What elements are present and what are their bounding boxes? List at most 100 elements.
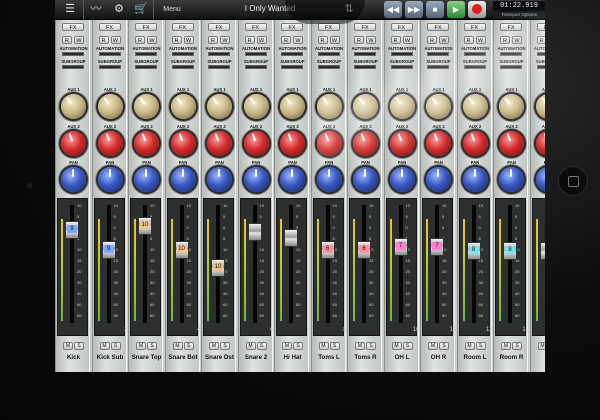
- automation-mode-display[interactable]: [427, 52, 449, 56]
- mixer-icon[interactable]: ☰: [61, 2, 79, 17]
- fader-cap[interactable]: 10: [174, 241, 189, 259]
- fader-cap[interactable]: 10: [138, 217, 152, 235]
- subgroup-display[interactable]: [171, 65, 194, 69]
- automation-mode-display[interactable]: [354, 52, 376, 56]
- write-automation-button[interactable]: W: [366, 36, 376, 44]
- write-automation-button[interactable]: W: [402, 36, 413, 44]
- channel-name[interactable]: OH R: [421, 353, 456, 363]
- aux2-knob[interactable]: [353, 131, 378, 156]
- mute-button[interactable]: M: [537, 342, 545, 350]
- mute-button[interactable]: M: [464, 342, 475, 350]
- stop-button[interactable]: ■: [426, 1, 444, 18]
- channel-name[interactable]: Snare Bot: [166, 353, 201, 363]
- menu-button[interactable]: Menu: [157, 3, 187, 16]
- read-automation-button[interactable]: R: [135, 36, 145, 44]
- solo-button[interactable]: S: [439, 342, 449, 350]
- fader-cap[interactable]: 9: [101, 241, 116, 259]
- mute-button[interactable]: M: [136, 342, 146, 350]
- channel-name[interactable]: OH L: [385, 353, 420, 363]
- pan-knob[interactable]: [280, 167, 305, 192]
- automation-mode-display[interactable]: [463, 52, 486, 56]
- aux2-knob[interactable]: [499, 131, 524, 156]
- aux2-knob[interactable]: [207, 131, 232, 156]
- channel-name[interactable]: Toms R: [348, 353, 383, 363]
- aux2-knob[interactable]: [389, 131, 415, 156]
- read-automation-button[interactable]: R: [171, 36, 182, 44]
- aux1-knob[interactable]: [61, 94, 86, 119]
- read-automation-button[interactable]: R: [536, 36, 545, 44]
- subgroup-display[interactable]: [62, 65, 84, 69]
- aux2-knob[interactable]: [535, 131, 545, 156]
- aux1-knob[interactable]: [426, 94, 451, 119]
- fx-button[interactable]: FX: [463, 23, 486, 31]
- aux1-knob[interactable]: [462, 94, 488, 119]
- channel-name[interactable]: Kick: [56, 353, 91, 363]
- aux2-knob[interactable]: [462, 131, 488, 156]
- gear-icon[interactable]: ⚙: [110, 2, 128, 17]
- automation-mode-display[interactable]: [135, 52, 157, 56]
- fx-button[interactable]: FX: [536, 23, 545, 31]
- fader-cap[interactable]: [539, 242, 545, 260]
- read-automation-button[interactable]: R: [244, 36, 255, 44]
- song-title[interactable]: I Only Wanted: [205, 0, 335, 19]
- write-automation-button[interactable]: W: [183, 36, 194, 44]
- read-automation-button[interactable]: R: [500, 36, 510, 44]
- pan-knob[interactable]: [353, 167, 378, 192]
- waveform-icon[interactable]: 〰: [87, 2, 105, 17]
- write-automation-button[interactable]: W: [329, 36, 340, 44]
- cart-icon[interactable]: 🛒: [132, 2, 150, 17]
- subgroup-display[interactable]: [135, 65, 157, 69]
- aux1-knob[interactable]: [499, 94, 524, 119]
- pan-knob[interactable]: [389, 167, 415, 192]
- aux2-knob[interactable]: [426, 131, 451, 156]
- mute-button[interactable]: M: [355, 342, 365, 350]
- automation-mode-display[interactable]: [244, 52, 267, 56]
- pan-knob[interactable]: [97, 167, 123, 192]
- solo-button[interactable]: S: [475, 342, 486, 350]
- write-automation-button[interactable]: W: [293, 36, 303, 44]
- aux2-knob[interactable]: [170, 131, 196, 156]
- channel-name[interactable]: B: [531, 353, 546, 363]
- fx-button[interactable]: FX: [427, 23, 449, 31]
- solo-button[interactable]: S: [402, 342, 413, 350]
- fader-cap[interactable]: 6: [357, 241, 371, 259]
- read-automation-button[interactable]: R: [98, 36, 109, 44]
- fx-button[interactable]: FX: [208, 23, 230, 31]
- subgroup-display[interactable]: [354, 65, 376, 69]
- mute-button[interactable]: M: [63, 342, 73, 350]
- transport-options-button[interactable]: Transport Options: [493, 11, 545, 18]
- read-automation-button[interactable]: R: [427, 36, 437, 44]
- write-automation-button[interactable]: W: [512, 36, 522, 44]
- play-button[interactable]: ▶: [447, 1, 465, 18]
- solo-button[interactable]: S: [366, 342, 376, 350]
- subgroup-display[interactable]: [317, 65, 340, 69]
- subgroup-display[interactable]: [536, 65, 545, 69]
- automation-mode-display[interactable]: [171, 52, 194, 56]
- automation-mode-display[interactable]: [208, 52, 230, 56]
- write-automation-button[interactable]: W: [439, 36, 449, 44]
- solo-button[interactable]: S: [512, 342, 522, 350]
- read-automation-button[interactable]: R: [463, 36, 474, 44]
- aux1-knob[interactable]: [316, 94, 342, 119]
- subgroup-display[interactable]: [98, 65, 121, 69]
- fx-button[interactable]: FX: [135, 23, 157, 31]
- fader-cap[interactable]: 6: [320, 241, 335, 259]
- fader-cap[interactable]: 9: [65, 221, 79, 239]
- write-automation-button[interactable]: W: [147, 36, 157, 44]
- mute-button[interactable]: M: [99, 342, 110, 350]
- channel-name[interactable]: Snare Top: [129, 353, 164, 363]
- mute-button[interactable]: M: [209, 342, 219, 350]
- subgroup-display[interactable]: [244, 65, 267, 69]
- solo-button[interactable]: S: [74, 342, 84, 350]
- read-automation-button[interactable]: R: [390, 36, 401, 44]
- mute-button[interactable]: M: [245, 342, 256, 350]
- aux1-knob[interactable]: [134, 94, 159, 119]
- fx-button[interactable]: FX: [244, 23, 267, 31]
- fx-button[interactable]: FX: [354, 23, 376, 31]
- rewind-button[interactable]: ◀◀: [384, 1, 402, 18]
- channel-name[interactable]: Hi Hat: [275, 353, 310, 363]
- fx-button[interactable]: FX: [98, 23, 121, 31]
- pan-knob[interactable]: [426, 167, 451, 192]
- read-automation-button[interactable]: R: [62, 36, 72, 44]
- read-automation-button[interactable]: R: [281, 36, 291, 44]
